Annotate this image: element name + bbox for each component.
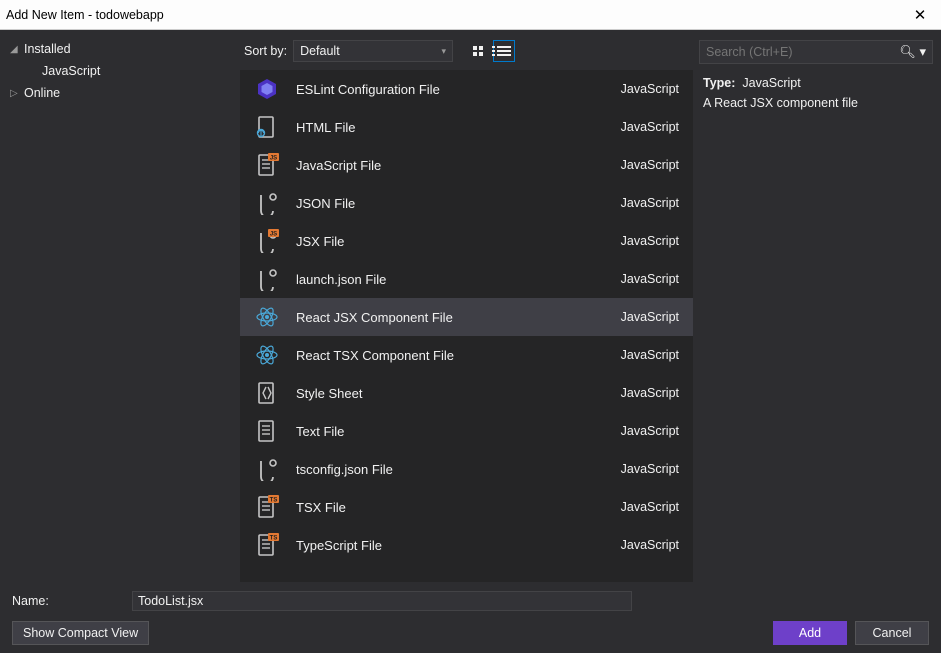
js-icon: [254, 152, 280, 178]
template-label: HTML File: [296, 120, 621, 135]
template-row[interactable]: launch.json FileJavaScript: [240, 260, 693, 298]
template-lang: JavaScript: [621, 272, 679, 286]
close-icon[interactable]: ✕: [905, 6, 935, 24]
details-panel: Type: JavaScript A React JSX component f…: [693, 72, 941, 114]
template-label: JavaScript File: [296, 158, 621, 173]
template-label: JSON File: [296, 196, 621, 211]
template-lang: JavaScript: [621, 348, 679, 362]
react-icon: [254, 304, 280, 330]
name-label: Name:: [12, 594, 132, 608]
view-grid-button[interactable]: [467, 40, 489, 62]
template-row[interactable]: Text FileJavaScript: [240, 412, 693, 450]
chevron-down-icon: ▾: [442, 46, 447, 57]
tsx-icon: [254, 494, 280, 520]
grid-icon: [473, 46, 483, 56]
json-icon: [254, 456, 280, 482]
view-list-button[interactable]: [493, 40, 515, 62]
window-title: Add New Item - todowebapp: [6, 8, 905, 22]
template-lang: JavaScript: [621, 310, 679, 324]
template-lang: JavaScript: [621, 424, 679, 438]
template-row[interactable]: tsconfig.json FileJavaScript: [240, 450, 693, 488]
css-icon: [254, 380, 280, 406]
template-row[interactable]: React TSX Component FileJavaScript: [240, 336, 693, 374]
sort-dropdown[interactable]: Default ▾: [293, 40, 453, 62]
template-lang: JavaScript: [621, 234, 679, 248]
bottom-bar: Name: Show Compact View Add Cancel: [0, 582, 941, 653]
sort-value: Default: [300, 44, 340, 58]
search-icon: 🔍︎ ▾: [899, 44, 926, 60]
eslint-icon: [254, 76, 280, 102]
show-compact-view-button[interactable]: Show Compact View: [12, 621, 149, 645]
cancel-button[interactable]: Cancel: [855, 621, 929, 645]
json-icon: [254, 266, 280, 292]
template-lang: JavaScript: [621, 386, 679, 400]
ts-icon: [254, 532, 280, 558]
jsx-icon: [254, 228, 280, 254]
template-row[interactable]: TypeScript FileJavaScript: [240, 526, 693, 564]
template-lang: JavaScript: [621, 158, 679, 172]
template-label: Style Sheet: [296, 386, 621, 401]
text-icon: [254, 418, 280, 444]
name-input[interactable]: [132, 591, 632, 611]
html-icon: [254, 114, 280, 140]
sort-bar: Sort by: Default ▾: [240, 36, 693, 66]
template-label: React TSX Component File: [296, 348, 621, 363]
template-label: launch.json File: [296, 272, 621, 287]
template-label: tsconfig.json File: [296, 462, 621, 477]
template-lang: JavaScript: [621, 196, 679, 210]
react-icon: [254, 342, 280, 368]
add-button[interactable]: Add: [773, 621, 847, 645]
template-label: TSX File: [296, 500, 621, 515]
template-label: JSX File: [296, 234, 621, 249]
template-row[interactable]: TSX FileJavaScript: [240, 488, 693, 526]
category-tree: ◢ Installed JavaScript ▷ Online: [0, 30, 240, 582]
chevron-down-icon: ◢: [10, 44, 24, 55]
template-label: TypeScript File: [296, 538, 621, 553]
template-list: ESLint Configuration FileJavaScriptHTML …: [240, 70, 693, 582]
template-row[interactable]: React JSX Component FileJavaScript: [240, 298, 693, 336]
template-row[interactable]: ESLint Configuration FileJavaScript: [240, 70, 693, 108]
tree-installed-label: Installed: [24, 42, 71, 56]
template-lang: JavaScript: [621, 462, 679, 476]
template-label: Text File: [296, 424, 621, 439]
template-lang: JavaScript: [621, 500, 679, 514]
template-row[interactable]: HTML FileJavaScript: [240, 108, 693, 146]
template-row[interactable]: JavaScript FileJavaScript: [240, 146, 693, 184]
chevron-right-icon: ▷: [10, 88, 24, 99]
tree-javascript[interactable]: JavaScript: [0, 60, 240, 82]
details-description: A React JSX component file: [703, 96, 931, 110]
tree-online[interactable]: ▷ Online: [0, 82, 240, 104]
tree-installed[interactable]: ◢ Installed: [0, 38, 240, 60]
search-input[interactable]: [706, 45, 899, 59]
json-icon: [254, 190, 280, 216]
template-label: React JSX Component File: [296, 310, 621, 325]
tree-javascript-label: JavaScript: [42, 64, 100, 78]
title-bar: Add New Item - todowebapp ✕: [0, 0, 941, 30]
template-lang: JavaScript: [621, 538, 679, 552]
template-lang: JavaScript: [621, 82, 679, 96]
details-type-value: JavaScript: [742, 76, 800, 90]
template-row[interactable]: Style SheetJavaScript: [240, 374, 693, 412]
details-type-label: Type:: [703, 76, 735, 90]
list-icon: [497, 44, 511, 58]
template-lang: JavaScript: [621, 120, 679, 134]
template-label: ESLint Configuration File: [296, 82, 621, 97]
template-row[interactable]: JSX FileJavaScript: [240, 222, 693, 260]
tree-online-label: Online: [24, 86, 60, 100]
search-box[interactable]: 🔍︎ ▾: [699, 40, 933, 64]
sort-label: Sort by:: [244, 44, 287, 58]
template-row[interactable]: JSON FileJavaScript: [240, 184, 693, 222]
